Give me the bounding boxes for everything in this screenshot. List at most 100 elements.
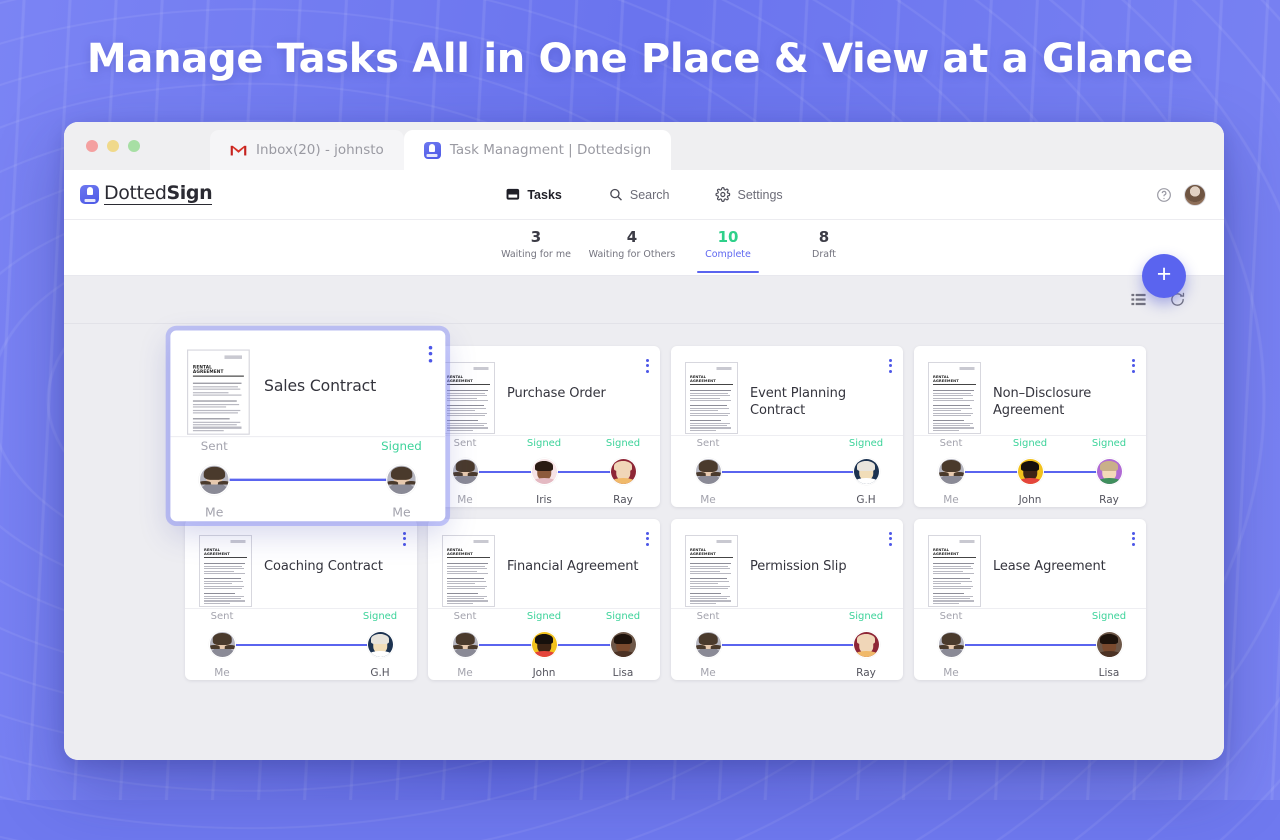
thumbnail-line: [204, 583, 232, 585]
signer-node[interactable]: Signed John: [527, 611, 561, 679]
content-area: + RENTAL AGREEMENT Sales Contract Sent Me Si…: [64, 254, 1224, 760]
task-card[interactable]: RENTAL AGREEMENT Coaching Contract Sent Me S…: [185, 519, 417, 680]
thumbnail-line: [933, 424, 970, 427]
signer-node[interactable]: Signed Ray: [849, 611, 883, 679]
thumbnail-line: [192, 403, 240, 405]
thumbnail-line: [192, 417, 230, 420]
thumbnail-line: [690, 397, 721, 399]
signer-node[interactable]: Signed Ray: [606, 438, 640, 506]
document-thumbnail[interactable]: RENTAL AGREEMENT: [442, 362, 495, 434]
thumbnail-corner: [933, 540, 976, 543]
card-menu-button[interactable]: [1132, 359, 1135, 373]
avatar-hair: [371, 633, 389, 644]
avatar-me: [208, 631, 236, 658]
task-title: Sales Contract: [264, 377, 377, 396]
user-avatar[interactable]: [1184, 183, 1206, 206]
signer-node[interactable]: Signed G.H: [363, 611, 397, 679]
signer-node[interactable]: Sent Me: [936, 611, 966, 679]
nav-item-search[interactable]: Search: [608, 187, 669, 202]
document-thumbnail[interactable]: RENTAL AGREEMENT: [442, 535, 495, 607]
card-menu-button[interactable]: [403, 532, 406, 546]
help-circle-icon[interactable]: [1156, 187, 1172, 203]
card-menu-button[interactable]: [646, 532, 649, 546]
thumbnail-line: [933, 563, 975, 565]
status-tab-draft[interactable]: 8 Draft: [776, 228, 872, 266]
app-header: DottedSign Tasks Search Settings: [64, 170, 1224, 220]
maximize-window-button[interactable]: [128, 140, 140, 152]
signer-node[interactable]: Signed Lisa: [1092, 611, 1126, 679]
signer-node[interactable]: Sent Me: [196, 440, 232, 520]
card-menu-button[interactable]: [428, 345, 433, 363]
nav-item-settings[interactable]: Settings: [715, 187, 783, 202]
signer-node[interactable]: Sent Me: [936, 438, 966, 506]
task-card-signers: Sent Me Signed John Signed Ray: [914, 435, 1146, 507]
signer-node[interactable]: Signed G.H: [849, 438, 883, 506]
avatar-body: [533, 477, 555, 484]
signer-node[interactable]: Signed Ray: [1092, 438, 1126, 506]
signer-node[interactable]: Signed Me: [381, 440, 422, 519]
signer-status: Sent: [453, 438, 477, 449]
gear-icon: [715, 187, 731, 202]
create-task-button[interactable]: +: [1142, 254, 1186, 298]
card-menu-button[interactable]: [889, 532, 892, 546]
task-card[interactable]: RENTAL AGREEMENT Sales Contract Sent Me Sign…: [170, 330, 446, 522]
task-card[interactable]: RENTAL AGREEMENT Event Planning Contract S…: [671, 346, 903, 507]
status-tab-waiting-for-me[interactable]: 3 Waiting for me: [488, 228, 584, 266]
task-card[interactable]: RENTAL AGREEMENT Non–Disclosure Agreement…: [914, 346, 1146, 507]
brand-name-bold: Sign: [166, 182, 213, 205]
signer-flow: Sent Me Signed Iris Signed Ray: [450, 436, 640, 507]
document-thumbnail[interactable]: RENTAL AGREEMENT: [928, 535, 981, 607]
signer-node[interactable]: Sent Me: [693, 611, 723, 679]
signer-node[interactable]: Signed John: [1013, 438, 1047, 506]
thumbnail-line: [447, 578, 484, 580]
card-menu-button[interactable]: [1132, 532, 1135, 546]
thumbnail-line: [192, 386, 238, 388]
card-menu-button[interactable]: [889, 359, 892, 373]
brand-logo[interactable]: DottedSign: [80, 182, 213, 205]
signer-node[interactable]: Signed Iris: [527, 438, 561, 506]
signer-flow-line: [707, 470, 867, 473]
nav-item-tasks[interactable]: Tasks: [505, 187, 562, 202]
task-card[interactable]: RENTAL AGREEMENT Financial Agreement Sent M…: [428, 519, 660, 680]
browser-tab-dottedsign[interactable]: Task Managment | Dottedsign: [403, 130, 672, 170]
signer-node[interactable]: Signed Lisa: [606, 611, 640, 679]
thumbnail-line: [447, 588, 486, 590]
document-thumbnail[interactable]: RENTAL AGREEMENT: [685, 362, 738, 434]
thumbnail-line: [690, 568, 730, 570]
close-window-button[interactable]: [86, 140, 98, 152]
thumbnail-line: [192, 394, 242, 397]
document-thumbnail[interactable]: RENTAL AGREEMENT: [186, 349, 250, 435]
avatar-hair: [1100, 633, 1118, 644]
list-view-icon[interactable]: [1130, 291, 1147, 308]
task-card[interactable]: RENTAL AGREEMENT Permission Slip Sent Me Sig…: [671, 519, 903, 680]
signer-status: Signed: [848, 611, 884, 622]
thumbnail-corner: [447, 540, 490, 543]
thumbnail-line: [447, 573, 488, 575]
signer-node[interactable]: Sent Me: [207, 611, 237, 679]
signer-name: Ray: [613, 494, 633, 506]
status-label: Waiting for me: [501, 249, 571, 261]
status-tab-waiting-for-others[interactable]: 4 Waiting for Others: [584, 228, 680, 266]
document-thumbnail[interactable]: RENTAL AGREEMENT: [685, 535, 738, 607]
signer-node[interactable]: Sent Me: [450, 611, 480, 679]
thumbnail-line: [933, 407, 973, 409]
browser-tab-inbox[interactable]: Inbox(20) - johnsto: [210, 130, 404, 170]
task-card[interactable]: RENTAL AGREEMENT Purchase Order Sent Me Sign…: [428, 346, 660, 507]
signer-node[interactable]: Sent Me: [450, 438, 480, 506]
avatar-ray: [1095, 458, 1123, 485]
card-menu-button[interactable]: [646, 359, 649, 373]
thumbnail-line: [690, 405, 727, 407]
thumbnail-line: [933, 419, 964, 422]
signer-node[interactable]: Sent Me: [693, 438, 723, 506]
thumbnail-corner: [690, 540, 733, 543]
thumbnail-line: [933, 415, 972, 417]
document-thumbnail[interactable]: RENTAL AGREEMENT: [199, 535, 252, 607]
document-thumbnail[interactable]: RENTAL AGREEMENT: [928, 362, 981, 434]
thumbnail-line: [690, 563, 732, 565]
thumbnail-line: [447, 585, 488, 587]
minimize-window-button[interactable]: [107, 140, 119, 152]
task-card-top: RENTAL AGREEMENT Sales Contract: [170, 331, 445, 436]
task-card[interactable]: RENTAL AGREEMENT Lease Agreement Sent Me Sig…: [914, 519, 1146, 680]
status-tab-complete[interactable]: 10 Complete: [680, 228, 776, 274]
thumbnail-line: [933, 583, 961, 585]
